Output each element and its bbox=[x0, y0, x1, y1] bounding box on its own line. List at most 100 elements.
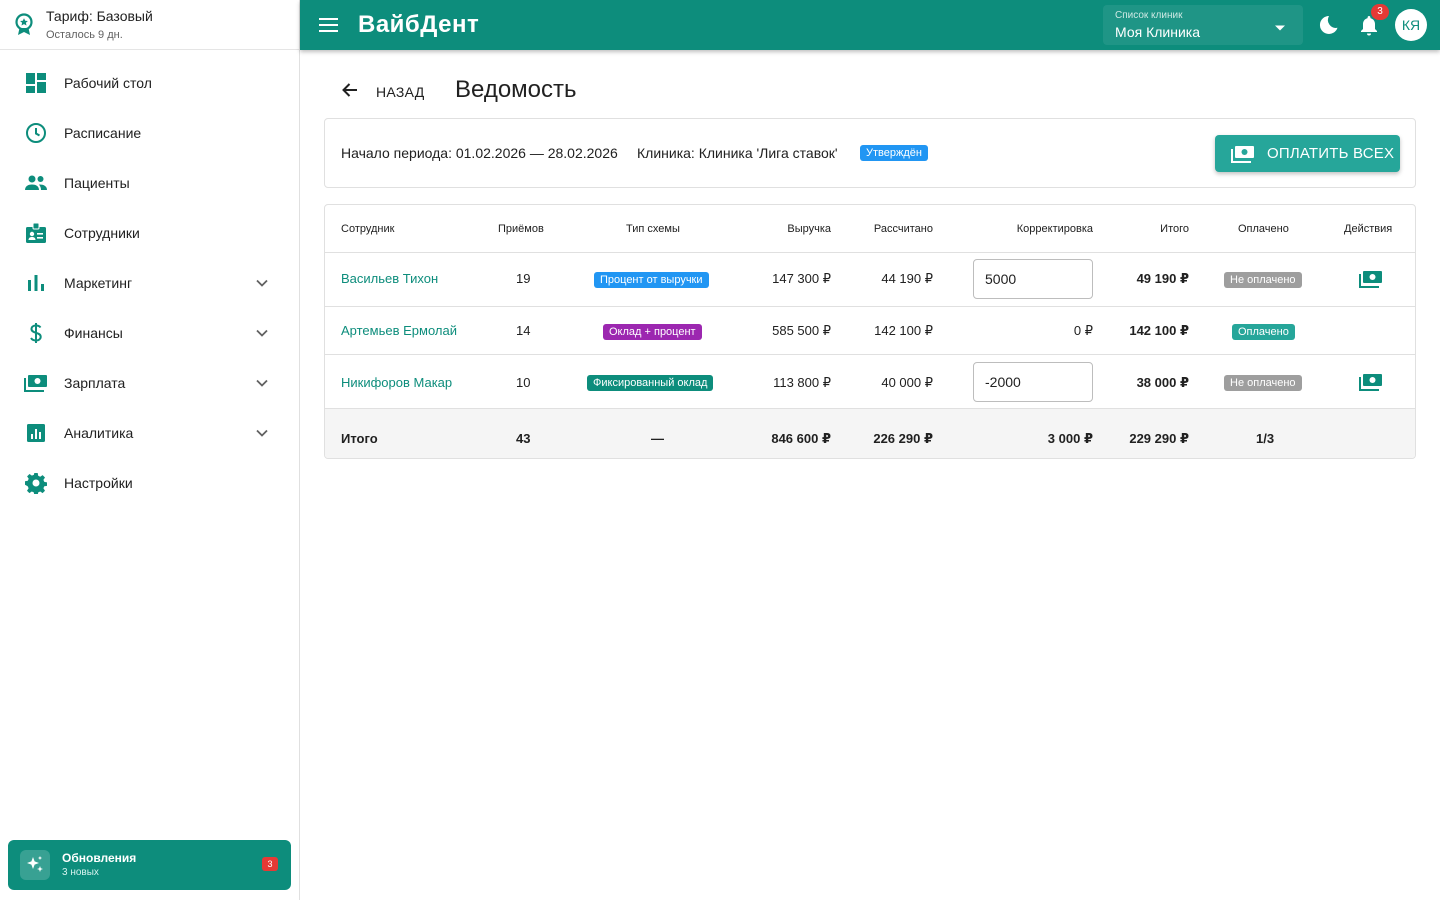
pay-all-label: ОПЛАТИТЬ ВСЕХ bbox=[1267, 145, 1395, 162]
updates-title: Обновления bbox=[62, 851, 137, 865]
sidebar-item-salary[interactable]: Зарплата bbox=[0, 358, 299, 408]
chevron-down-icon bbox=[254, 425, 270, 441]
sidebar-item-schedule[interactable]: Расписание bbox=[0, 108, 299, 158]
sidebar-item-marketing[interactable]: Маркетинг bbox=[0, 258, 299, 308]
dollar-icon bbox=[24, 321, 48, 345]
revenue-cell: 585 500 ₽ bbox=[772, 323, 831, 338]
scheme-chip: Фиксированный оклад bbox=[587, 375, 714, 391]
updates-subtitle: 3 новых bbox=[62, 867, 99, 878]
page-title: Ведомость bbox=[455, 76, 577, 103]
visits-cell: 19 bbox=[516, 271, 531, 286]
tariff-remaining: Осталось 9 дн. bbox=[46, 29, 123, 41]
employee-link[interactable]: Никифоров Макар bbox=[341, 375, 452, 390]
dashboard-icon bbox=[24, 71, 48, 95]
header-total: Итого bbox=[1160, 223, 1189, 235]
employee-link[interactable]: Васильев Тихон bbox=[341, 271, 438, 286]
menu-icon[interactable] bbox=[318, 15, 340, 35]
clinic-select[interactable]: Список клиник Моя Клиника bbox=[1103, 5, 1303, 45]
sidebar-item-label: Пациенты bbox=[64, 175, 130, 191]
money-icon bbox=[1231, 145, 1255, 163]
status-badge: Утверждён bbox=[860, 145, 928, 161]
sidebar-item-settings[interactable]: Настройки bbox=[0, 458, 299, 508]
table-row: Никифоров Макар 10 Фиксированный оклад 1… bbox=[325, 355, 1415, 409]
scheme-chip: Оклад + процент bbox=[603, 324, 702, 340]
chevron-down-icon bbox=[254, 325, 270, 341]
totals-revenue: 846 600 ₽ bbox=[771, 431, 831, 446]
sidebar-item-patients[interactable]: Пациенты bbox=[0, 158, 299, 208]
sidebar-item-label: Настройки bbox=[64, 475, 133, 491]
totals-label: Итого bbox=[341, 431, 378, 446]
arrow-left-icon bbox=[340, 80, 360, 105]
total-cell: 142 100 ₽ bbox=[1129, 323, 1189, 338]
totals-calculated: 226 290 ₽ bbox=[873, 431, 933, 446]
correction-input[interactable] bbox=[973, 259, 1093, 299]
calculated-cell: 40 000 ₽ bbox=[881, 375, 933, 390]
total-cell: 49 190 ₽ bbox=[1136, 271, 1189, 286]
dropdown-arrow-icon bbox=[1275, 20, 1285, 31]
sidebar-nav: Рабочий стол Расписание Пациенты Сотрудн… bbox=[0, 58, 299, 508]
sidebar: Тариф: Базовый Осталось 9 дн. Рабочий ст… bbox=[0, 0, 300, 900]
sidebar-item-label: Маркетинг bbox=[64, 275, 133, 291]
pay-all-button[interactable]: ОПЛАТИТЬ ВСЕХ bbox=[1215, 135, 1400, 172]
sidebar-item-label: Финансы bbox=[64, 325, 123, 341]
pay-icon[interactable] bbox=[1359, 372, 1383, 392]
updates-button[interactable]: Обновления 3 новых 3 bbox=[8, 840, 291, 890]
sidebar-item-label: Аналитика bbox=[64, 425, 134, 441]
payment-status-badge: Не оплачено bbox=[1224, 272, 1302, 288]
header-paid: Оплачено bbox=[1238, 223, 1289, 235]
analytics-icon bbox=[24, 421, 48, 445]
award-icon bbox=[14, 12, 34, 37]
sidebar-item-analytics[interactable]: Аналитика bbox=[0, 408, 299, 458]
correction-cell: 0 ₽ bbox=[1073, 323, 1093, 338]
sparkle-icon bbox=[20, 850, 50, 880]
correction-input[interactable] bbox=[973, 362, 1093, 402]
moon-icon[interactable] bbox=[1317, 14, 1339, 36]
clock-icon bbox=[24, 121, 48, 145]
avatar[interactable]: КЯ bbox=[1395, 9, 1427, 41]
visits-cell: 14 bbox=[516, 323, 531, 338]
sidebar-item-finance[interactable]: Финансы bbox=[0, 308, 299, 358]
calculated-cell: 142 100 ₽ bbox=[874, 323, 933, 338]
badge-icon bbox=[24, 221, 48, 245]
calculated-cell: 44 190 ₽ bbox=[881, 271, 933, 286]
visits-cell: 10 bbox=[516, 375, 531, 390]
table-header: Сотрудник Приёмов Тип схемы Выручка Расс… bbox=[325, 205, 1415, 253]
header-scheme: Тип схемы bbox=[626, 223, 680, 235]
sidebar-item-staff[interactable]: Сотрудники bbox=[0, 208, 299, 258]
header-visits: Приёмов bbox=[498, 223, 544, 235]
people-icon bbox=[24, 171, 48, 195]
clinic-select-value: Моя Клиника bbox=[1115, 24, 1200, 40]
sidebar-item-dashboard[interactable]: Рабочий стол bbox=[0, 58, 299, 108]
totals-correction: 3 000 ₽ bbox=[1047, 431, 1093, 446]
app-brand: ВайбДент bbox=[358, 11, 480, 38]
back-button[interactable]: НАЗАД bbox=[340, 80, 425, 104]
totals-row: Итого 43 — 846 600 ₽ 226 290 ₽ 3 000 ₽ 2… bbox=[325, 409, 1415, 458]
revenue-cell: 147 300 ₽ bbox=[772, 271, 831, 286]
payroll-table: Сотрудник Приёмов Тип схемы Выручка Расс… bbox=[324, 204, 1416, 459]
updates-count-badge: 3 bbox=[262, 857, 278, 871]
table-row: Артемьев Ермолай 14 Оклад + процент 585 … bbox=[325, 307, 1415, 355]
back-label: НАЗАД bbox=[376, 84, 425, 100]
totals-visits: 43 bbox=[516, 431, 531, 446]
revenue-cell: 113 800 ₽ bbox=[773, 375, 831, 390]
period-card: Начало периода: 01.02.2026 — 28.02.2026 … bbox=[324, 118, 1416, 188]
table-row: Васильев Тихон 19 Процент от выручки 147… bbox=[325, 253, 1415, 307]
pay-icon[interactable] bbox=[1359, 269, 1383, 289]
clinic-text: Клиника: Клиника 'Лига ставок' bbox=[637, 145, 838, 161]
employee-link[interactable]: Артемьев Ермолай bbox=[341, 323, 457, 338]
header-employee: Сотрудник bbox=[341, 223, 395, 235]
total-cell: 38 000 ₽ bbox=[1136, 375, 1189, 390]
bar-chart-icon bbox=[24, 271, 48, 295]
header-correction: Корректировка bbox=[1016, 223, 1093, 235]
scheme-chip: Процент от выручки bbox=[594, 272, 709, 288]
totals-paid: 1/3 bbox=[1256, 431, 1275, 446]
sidebar-item-label: Рабочий стол bbox=[64, 75, 152, 91]
header-calculated: Рассчитано bbox=[873, 223, 933, 235]
sidebar-item-label: Сотрудники bbox=[64, 225, 140, 241]
clinic-select-label: Список клиник bbox=[1115, 10, 1183, 21]
money-icon bbox=[24, 371, 48, 395]
notification-count-badge: 3 bbox=[1371, 4, 1389, 20]
tariff-panel: Тариф: Базовый Осталось 9 дн. bbox=[0, 0, 299, 50]
header-revenue: Выручка bbox=[787, 223, 831, 235]
totals-scheme: — bbox=[651, 431, 664, 446]
